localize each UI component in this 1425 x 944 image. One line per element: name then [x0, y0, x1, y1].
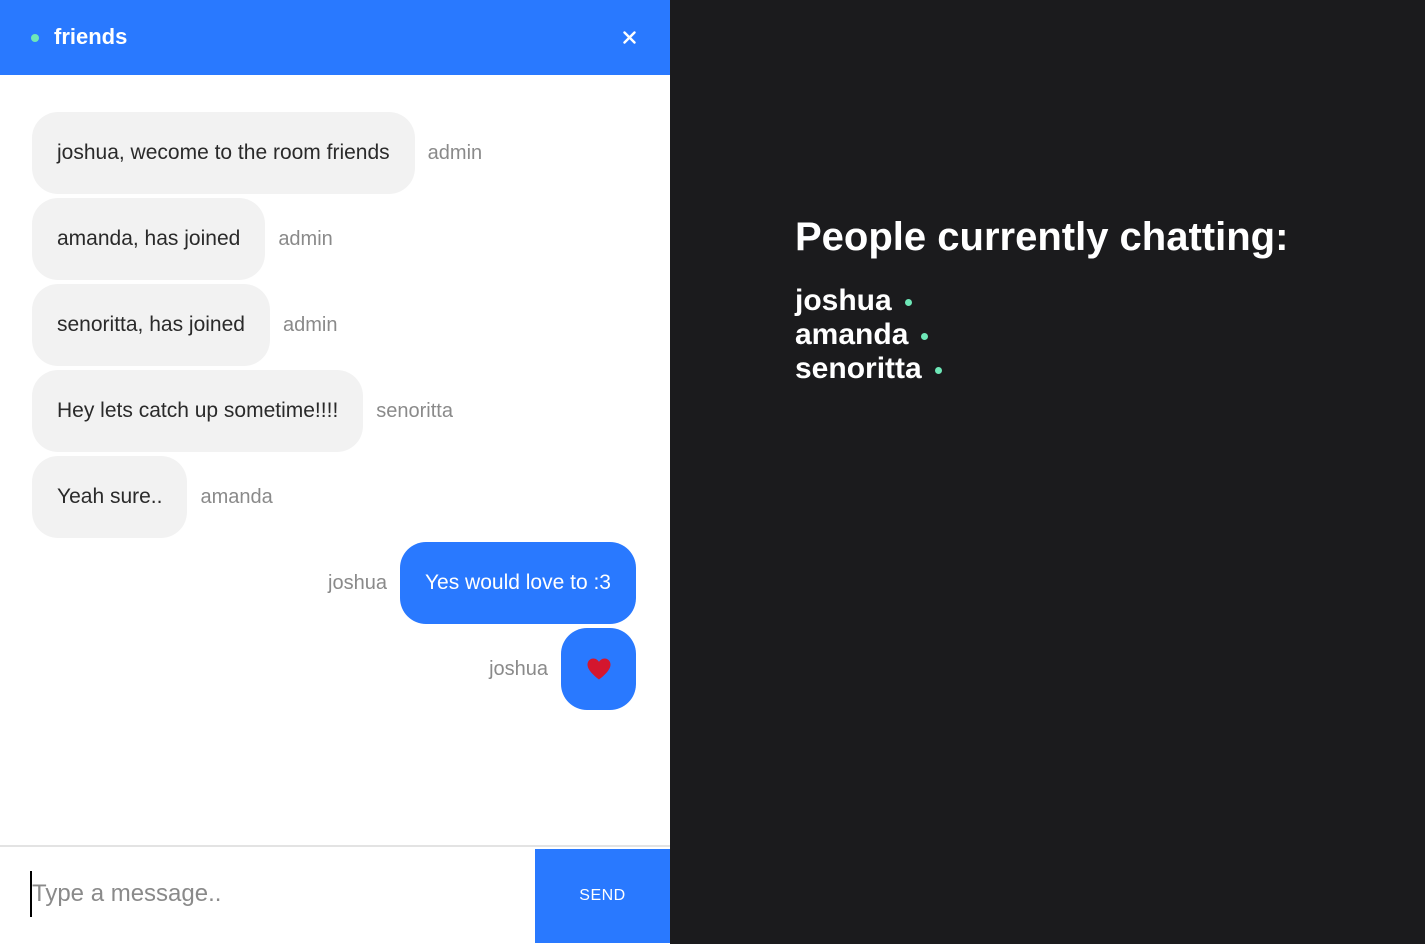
message-sender: admin: [278, 228, 333, 250]
message-sender: senoritta: [376, 400, 453, 422]
message-input[interactable]: [30, 871, 512, 917]
message-row: joshua, wecome to the room friends admin: [0, 112, 670, 194]
user-name: amanda: [795, 318, 909, 351]
message-list: joshua, wecome to the room friends admin…: [0, 75, 670, 845]
message-bubble: Hey lets catch up sometime!!!!: [32, 370, 364, 452]
close-button[interactable]: [614, 22, 644, 52]
message-sender: joshua: [328, 572, 387, 594]
close-icon: [622, 30, 636, 44]
room-status-dot: [31, 34, 39, 42]
app-root: friends joshua, wecome to the room frien…: [0, 0, 1425, 944]
online-status-dot: [934, 366, 942, 374]
message-row-own: joshua Yes would love to :3: [0, 542, 670, 624]
message-row: Yeah sure.. amanda: [0, 456, 670, 538]
send-button[interactable]: SEND: [535, 849, 670, 943]
user-list: joshua amanda senoritta: [795, 284, 1288, 386]
user-list-item: joshua: [795, 284, 1288, 318]
people-title: People currently chatting:: [795, 215, 1289, 259]
user-list-item: amanda: [795, 318, 1288, 352]
chat-header: friends: [0, 0, 670, 75]
room-name: friends: [54, 24, 128, 49]
message-sender: admin: [282, 314, 338, 336]
message-bubble-own: Yes would love to :3: [399, 542, 636, 624]
message-sender: admin: [427, 142, 483, 164]
message-bubble: senoritta, has joined: [32, 284, 270, 366]
message-bubble: joshua, wecome to the room friends: [32, 112, 415, 194]
chat-panel: friends joshua, wecome to the room frien…: [0, 0, 670, 944]
message-bubble: amanda, has joined: [32, 198, 266, 280]
user-name: senoritta: [795, 352, 922, 385]
user-list-item: senoritta: [795, 352, 1288, 386]
message-row-own: joshua: [0, 628, 670, 710]
message-sender: joshua: [489, 658, 548, 680]
user-name: joshua: [795, 284, 892, 317]
message-row: Hey lets catch up sometime!!!! senoritta: [0, 370, 670, 452]
online-status-dot: [904, 298, 912, 306]
message-row: senoritta, has joined admin: [0, 284, 670, 366]
message-row: amanda, has joined admin: [0, 198, 670, 280]
people-panel: People currently chatting: joshua amanda…: [795, 212, 1288, 386]
message-bubble: Yeah sure..: [32, 456, 188, 538]
message-bubble-own: [561, 628, 636, 710]
message-sender: amanda: [200, 486, 273, 508]
online-status-dot: [921, 332, 929, 340]
heart-icon: [587, 658, 610, 680]
message-composer: SEND: [0, 845, 670, 943]
